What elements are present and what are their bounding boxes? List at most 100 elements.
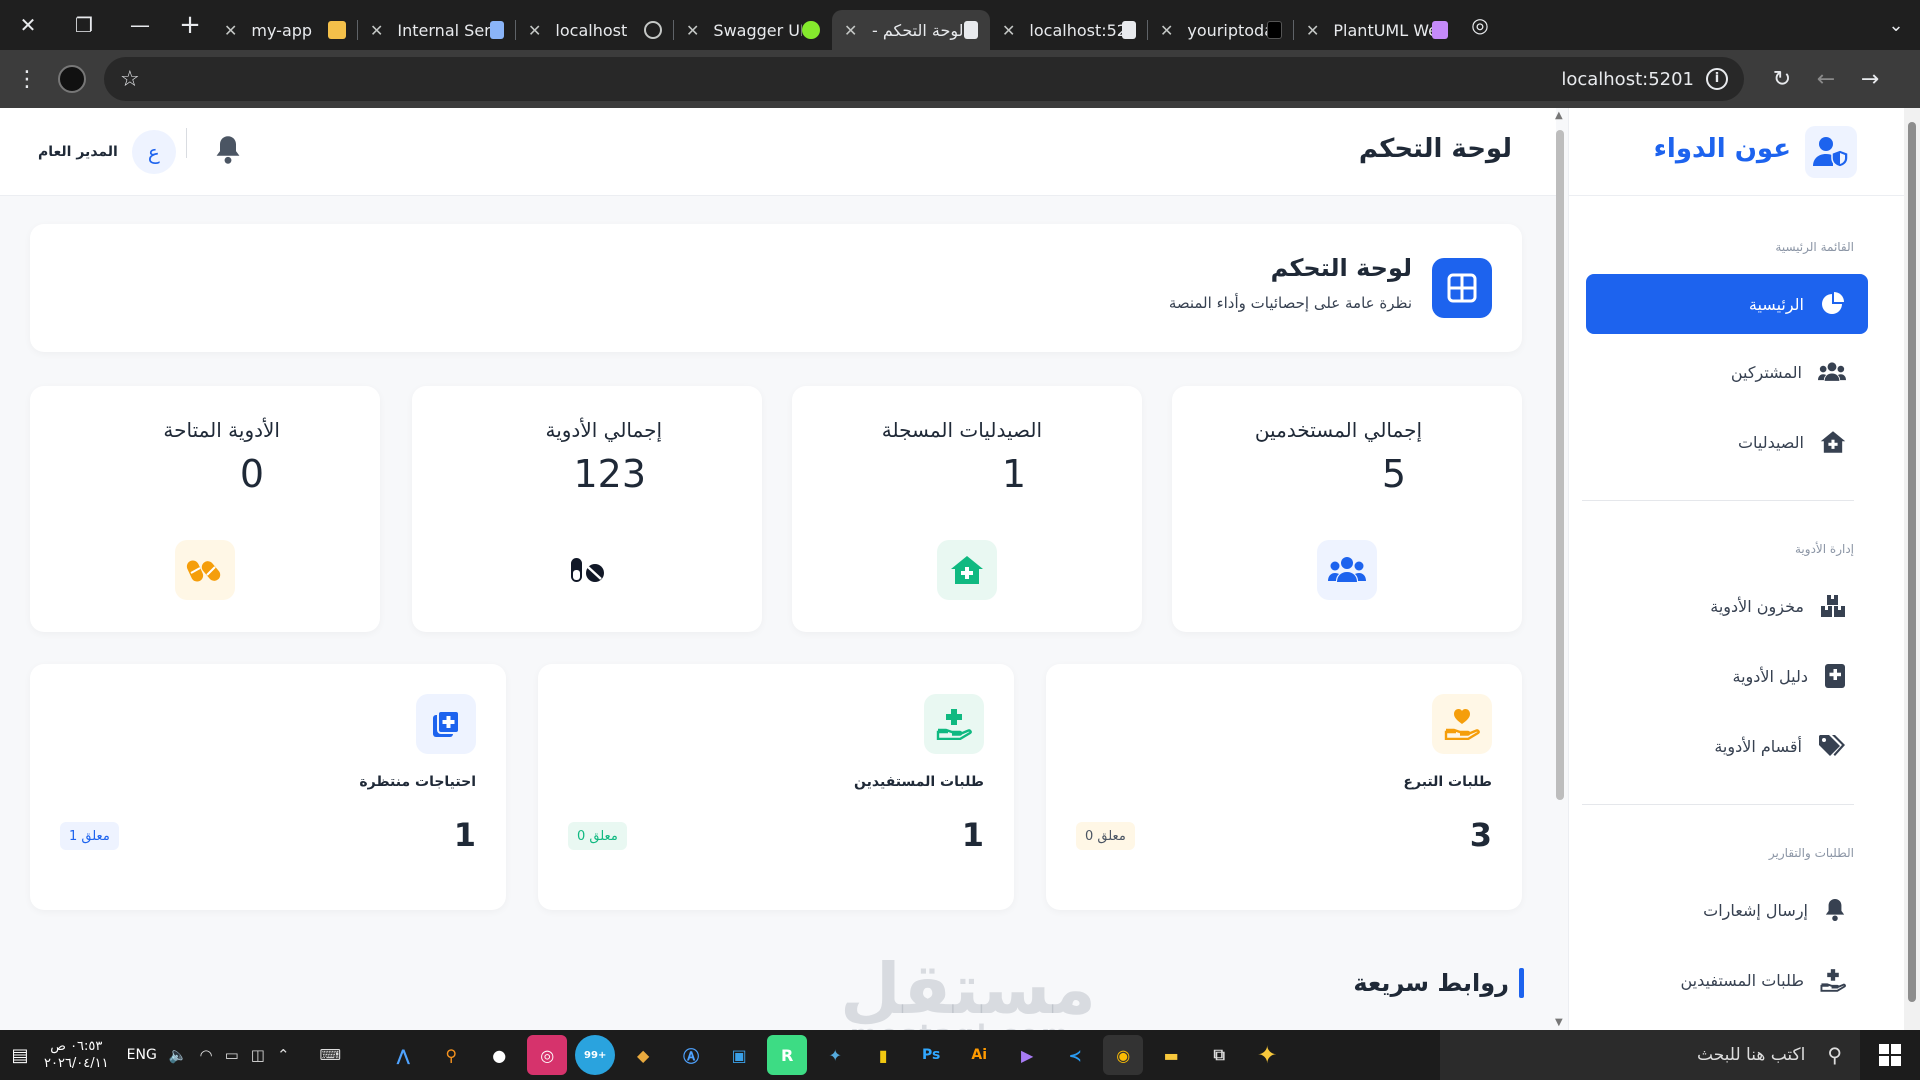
browser-tab[interactable]: ✕ localhost:5201/	[990, 10, 1148, 50]
illustrator-icon[interactable]: Ai	[959, 1035, 999, 1075]
main-scrollbar[interactable]: ▲ ▼	[1552, 108, 1568, 1030]
sidebar-item-home[interactable]: الرئيسية	[1586, 274, 1868, 334]
request-card-beneficiaries: طلبات المستفيدين 1 0 معلق	[538, 664, 1014, 910]
tab-close-icon[interactable]: ✕	[1306, 21, 1319, 40]
tab-close-icon[interactable]: ✕	[686, 21, 699, 40]
power-bi-icon[interactable]: ▮	[863, 1035, 903, 1075]
tray-overflow-chevron-icon[interactable]: ⌃	[277, 1046, 290, 1064]
main-scrollbar-thumb[interactable]	[1556, 130, 1564, 800]
brand-header[interactable]: عون الدواء	[1569, 108, 1905, 196]
app-icon[interactable]: ⋀	[383, 1035, 423, 1075]
sidebar-item-beneficiary-requests[interactable]: طلبات المستفيدين	[1586, 950, 1868, 1010]
file-explorer-icon[interactable]: ▬	[1151, 1035, 1191, 1075]
app-icon[interactable]: ▣	[719, 1035, 759, 1075]
sidebar-item-subscribers[interactable]: المشتركين	[1586, 342, 1868, 402]
back-arrow-icon[interactable]: ←	[1804, 67, 1848, 92]
profile-avatar[interactable]	[58, 65, 86, 93]
watermark-sub: mostaql.com	[850, 1020, 1071, 1030]
browser-tab-active[interactable]: ✕ لوحة التحكم - عو	[832, 10, 990, 50]
wifi-icon[interactable]: ◠	[199, 1046, 212, 1064]
reload-icon[interactable]: ↻	[1760, 67, 1804, 92]
bell-icon	[1825, 899, 1845, 921]
sidebar-item-medicine-guide[interactable]: دليل الأدوية	[1586, 646, 1868, 706]
tab-title: لوحة التحكم - عو	[871, 20, 964, 40]
tab-title: localhost	[555, 20, 628, 40]
address-bar[interactable]: ☆ localhost:5201 i	[104, 57, 1744, 101]
app-icon[interactable]: ✦	[815, 1035, 855, 1075]
instagram-icon[interactable]: ◎	[527, 1035, 568, 1075]
dashboard-grid-icon	[1432, 258, 1492, 318]
github-icon[interactable]: ●	[479, 1035, 519, 1075]
stat-value: 1	[1001, 452, 1026, 496]
browser-tab[interactable]: ✕ Internal Server	[358, 10, 516, 50]
user-menu[interactable]: المدير العام ع	[38, 130, 176, 174]
browser-tab[interactable]: ✕ Swagger UI	[674, 10, 832, 50]
forward-arrow-icon[interactable]: →	[1848, 67, 1892, 92]
sidebar-item-label: المشتركين	[1730, 362, 1802, 382]
stat-label: الصيدليات المسجلة	[881, 418, 1042, 442]
tab-close-icon[interactable]: ✕	[528, 21, 541, 40]
bookmark-star-icon[interactable]: ☆	[120, 67, 140, 92]
vscode-icon[interactable]: ≺	[1055, 1035, 1095, 1075]
sidebar-item-medicine-categories[interactable]: أقسام الأدوية	[1586, 716, 1868, 776]
search-app-icon[interactable]: ⚲	[431, 1035, 471, 1075]
stat-value: 0	[239, 452, 264, 496]
minimize-window-icon[interactable]: —	[112, 0, 168, 50]
document-icon	[490, 21, 504, 39]
input-language[interactable]: ENG	[127, 1047, 157, 1063]
meet-icon[interactable]: ◫	[251, 1046, 265, 1064]
globe-icon[interactable]: ◎	[1460, 0, 1500, 50]
chrome-icon[interactable]: ◉	[1103, 1035, 1144, 1075]
notification-bell-icon[interactable]	[214, 134, 242, 166]
sidebar-scrollbar[interactable]	[1904, 108, 1920, 1030]
browser-toolbar: ⋮ ☆ localhost:5201 i ↻ ← →	[0, 50, 1920, 108]
volume-icon[interactable]: 🔈	[169, 1046, 188, 1064]
tab-close-icon[interactable]: ✕	[224, 21, 237, 40]
sidebar-scrollbar-thumb[interactable]	[1908, 122, 1916, 1002]
os-taskbar: ▤ ٠٦:٥٣ ص ٢٠٢٦/٠٤/١١ ENG 🔈 ◠ ▭ ◫ ⌃ ⌨ ⋀ ⚲…	[0, 1030, 1920, 1080]
windows-start-icon[interactable]	[1860, 1030, 1920, 1080]
request-value: 1	[453, 816, 476, 854]
battery-icon[interactable]: ▭	[225, 1046, 239, 1064]
taskbar-search-box[interactable]: اكتب هنا للبحث ⚲	[1440, 1030, 1860, 1080]
app-icon[interactable]: ◆	[623, 1035, 663, 1075]
tab-search-chevron-icon[interactable]: ⌄	[1872, 0, 1920, 50]
tab-close-icon[interactable]: ✕	[844, 21, 857, 40]
stat-card-pharmacies: الصيدليات المسجلة 1	[792, 386, 1142, 632]
boxes-icon	[1821, 595, 1845, 617]
system-clock[interactable]: ٠٦:٥٣ ص ٢٠٢٦/٠٤/١١	[44, 1038, 109, 1072]
tab-close-icon[interactable]: ✕	[1160, 21, 1173, 40]
browser-tab[interactable]: ✕ my-app	[212, 10, 358, 50]
keyboard-icon[interactable]: ⌨	[320, 1046, 342, 1064]
tab-close-icon[interactable]: ✕	[370, 21, 383, 40]
tab-title: youriptoday	[1187, 20, 1266, 40]
avatar[interactable]: ع	[131, 130, 176, 174]
app-icon[interactable]: R	[767, 1035, 808, 1075]
sidebar-item-label: الرئيسية	[1748, 294, 1804, 314]
sidebar-item-pharmacies[interactable]: الصيدليات	[1586, 412, 1868, 472]
site-info-icon[interactable]: i	[1706, 68, 1728, 90]
task-view-icon[interactable]: ⧉	[1199, 1035, 1239, 1075]
browser-tab[interactable]: ✕ PlantUML Web	[1294, 10, 1460, 50]
url-text[interactable]: localhost:5201	[1561, 69, 1694, 90]
sidebar-item-send-notifications[interactable]: إرسال إشعارات	[1586, 880, 1868, 940]
browser-tab[interactable]: ✕ localhost	[516, 10, 674, 50]
sidebar-item-inventory[interactable]: مخزون الأدوية	[1586, 576, 1868, 636]
photoshop-icon[interactable]: Ps	[911, 1035, 951, 1075]
browser-menu-icon[interactable]: ⋮	[0, 67, 54, 92]
visual-studio-icon[interactable]: ▶	[1007, 1035, 1047, 1075]
restore-window-icon[interactable]: ❐	[56, 0, 112, 50]
close-window-icon[interactable]: ✕	[0, 0, 56, 50]
app-store-icon[interactable]: Ⓐ	[671, 1035, 711, 1075]
tab-close-icon[interactable]: ✕	[1002, 21, 1015, 40]
sidebar: عون الدواء القائمة الرئيسية الرئيسية الم…	[1568, 108, 1905, 1030]
notification-center-icon[interactable]: ▤	[0, 1045, 40, 1066]
book-medical-icon	[1825, 664, 1845, 688]
search-placeholder: اكتب هنا للبحث	[1697, 1045, 1806, 1065]
hand-holding-medical-icon	[924, 694, 984, 754]
telegram-icon[interactable]: 99+	[575, 1035, 616, 1075]
new-tab-button[interactable]: +	[168, 0, 212, 50]
browser-tab[interactable]: ✕ youriptoday	[1148, 10, 1294, 50]
copilot-sparkle-icon[interactable]: ✦	[1247, 1035, 1287, 1075]
stat-card-users: إجمالي المستخدمين 5	[1172, 386, 1522, 632]
